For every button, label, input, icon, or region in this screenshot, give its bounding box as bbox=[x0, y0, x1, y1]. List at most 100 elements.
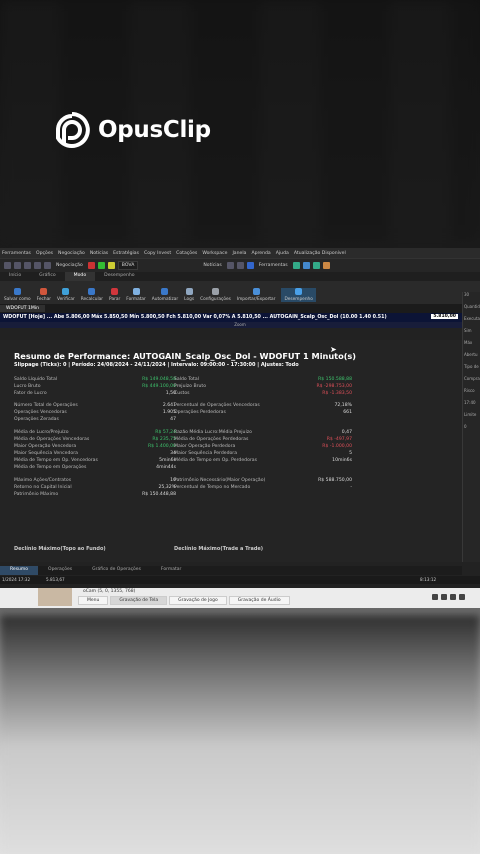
bottom-tab[interactable]: Operações bbox=[38, 566, 82, 575]
tool-icon-4[interactable] bbox=[322, 262, 330, 269]
stat-label: Maior Sequência Vencedora bbox=[14, 451, 78, 456]
stat-label: Patrimônio Máximo bbox=[14, 492, 59, 497]
stat-row: Saldo Líquido Total R$ 149.048,58 bbox=[14, 377, 176, 383]
order-panel-item[interactable]: Máx bbox=[463, 340, 480, 352]
stat-label: Percentual de Tempo no Mercado bbox=[174, 485, 251, 490]
document-tabs: WDOFUT 1Min bbox=[0, 304, 480, 313]
crosshair-icon[interactable] bbox=[34, 262, 41, 269]
ribbon-button[interactable]: Configurações bbox=[200, 288, 231, 302]
order-panel-item[interactable]: Limite bbox=[463, 412, 480, 424]
zoom-in-icon[interactable] bbox=[14, 262, 21, 269]
noticias-button[interactable]: Notícias bbox=[201, 263, 223, 268]
ticker-price: 5.810,00 bbox=[431, 314, 458, 319]
ferramentas-button[interactable]: Ferramentas bbox=[257, 263, 290, 268]
ribbon-button[interactable]: Formatar bbox=[126, 288, 146, 302]
ribbon-button[interactable]: Parar bbox=[109, 288, 120, 302]
performance-report: Resumo de Performance: AUTOGAIN_Scalp_Os… bbox=[0, 340, 462, 562]
stat-label: Média de Lucro/Prejuízo bbox=[14, 430, 69, 435]
menu-item[interactable]: Atualização Disponível bbox=[294, 251, 346, 256]
stat-row: Retorno no Capital Inicial 25,32% bbox=[14, 485, 176, 491]
ribbon-button[interactable]: Importar/Exportar bbox=[236, 288, 276, 302]
bottom-tab[interactable]: Gráfico de Operações bbox=[82, 566, 151, 575]
stat-value: R$ 588.750,00 bbox=[318, 478, 352, 483]
menu-item[interactable]: Ajuda bbox=[276, 251, 289, 256]
stat-label: Máximo Ações/Contratos bbox=[14, 478, 72, 483]
tool-icon[interactable] bbox=[292, 262, 300, 269]
stat-row: Média de Lucro/Prejuízo R$ 57,24 bbox=[14, 430, 176, 436]
ribbon-button[interactable]: Recalcular bbox=[81, 288, 103, 302]
alert-icon[interactable] bbox=[107, 262, 115, 269]
section-drawdown-peak: Declínio Máximo(Topo ao Fundo) bbox=[14, 546, 106, 552]
menu-item[interactable]: Opções bbox=[36, 251, 53, 256]
menu-item[interactable]: Notícias bbox=[90, 251, 108, 256]
ribbon-button[interactable]: Automatizar bbox=[152, 288, 178, 302]
order-panel-item[interactable]: Risco bbox=[463, 388, 480, 400]
grid-icon[interactable] bbox=[236, 262, 244, 269]
order-panel-item[interactable]: 30 bbox=[463, 292, 480, 304]
top-tab[interactable]: Gráfico bbox=[30, 272, 65, 281]
tool-icon-3[interactable] bbox=[312, 262, 320, 269]
recorder-tab[interactable]: Gravação de Jogo bbox=[169, 596, 227, 605]
top-tabs: Início Gráfico Modo Desempenho bbox=[0, 272, 480, 281]
tool-icon-2[interactable] bbox=[302, 262, 310, 269]
stat-row: Fator de Lucro 1,50 bbox=[14, 391, 176, 397]
order-panel-item[interactable]: Quantid bbox=[463, 304, 480, 316]
zoom-out-icon[interactable] bbox=[24, 262, 31, 269]
ribbon-button[interactable]: Verificar bbox=[57, 288, 75, 302]
close-icon[interactable] bbox=[459, 594, 465, 600]
doc-tab-wdofut[interactable]: WDOFUT 1Min bbox=[0, 305, 46, 312]
right-order-panel: 30 Quantid Executa Sim Máx Abertu Tipo de Compr… bbox=[462, 292, 480, 562]
stat-row: Maior Sequência Vencedora 34 bbox=[14, 451, 176, 457]
order-panel-item[interactable]: 0 bbox=[463, 424, 480, 436]
ribbon-button[interactable]: Desempenho bbox=[281, 288, 316, 302]
open-icon[interactable] bbox=[4, 262, 11, 269]
menu-item[interactable]: Aprenda bbox=[251, 251, 270, 256]
maximize-icon[interactable] bbox=[441, 594, 447, 600]
order-panel-item[interactable]: Executa bbox=[463, 316, 480, 328]
order-panel-item[interactable]: Tipo de bbox=[463, 364, 480, 376]
menu-item[interactable]: Estratégias bbox=[113, 251, 139, 256]
ribbon-label: Importar/Exportar bbox=[236, 297, 276, 302]
order-panel-item[interactable]: 17:40 bbox=[463, 400, 480, 412]
layout-icon[interactable] bbox=[226, 262, 234, 269]
stat-value: 5 bbox=[349, 451, 352, 456]
ribbon-button[interactable]: Salvar como bbox=[4, 288, 31, 302]
stat-value: R$ -497,97 bbox=[326, 437, 352, 442]
recorder-tab[interactable]: Gravação de Tela bbox=[110, 596, 168, 605]
menu-item[interactable]: Janela bbox=[232, 251, 246, 256]
bottom-tab[interactable]: Formatar bbox=[151, 566, 191, 575]
ticker-text: WDOFUT [Hoje] ... Abe 5.806,00 Máx 5.850… bbox=[3, 315, 387, 320]
menu-item[interactable]: Cotações bbox=[176, 251, 197, 256]
menu-item[interactable]: Negociação bbox=[58, 251, 85, 256]
negociacao-button[interactable]: Negociação bbox=[54, 263, 85, 268]
ribbon-button[interactable]: Logs bbox=[184, 288, 194, 302]
order-panel-item[interactable]: Abertu bbox=[463, 352, 480, 364]
asset-select[interactable]: BOVA bbox=[117, 261, 139, 270]
order-panel-item[interactable]: Compra bbox=[463, 376, 480, 388]
top-tab[interactable]: Modo bbox=[64, 272, 96, 281]
recorder-tab[interactable]: Menu bbox=[78, 596, 109, 605]
top-tab[interactable]: Início bbox=[0, 272, 30, 281]
stat-label: Custos bbox=[174, 391, 190, 396]
menu-item[interactable]: Ferramentas bbox=[2, 251, 31, 256]
status-clock: 8:13:12 bbox=[420, 577, 437, 582]
stat-label: Razão Média Lucro:Média Prejuízo bbox=[174, 430, 252, 435]
recorder-tab[interactable]: Gravação de Áudio bbox=[228, 596, 290, 605]
menu-item[interactable]: Copy Invest bbox=[144, 251, 171, 256]
ribbon-label: Formatar bbox=[126, 297, 146, 302]
buy-icon[interactable] bbox=[97, 262, 105, 269]
minimize-icon[interactable] bbox=[432, 594, 438, 600]
bottom-tab[interactable]: Resumo bbox=[0, 566, 39, 575]
menu-item[interactable]: Workspace bbox=[202, 251, 227, 256]
ribbon-button[interactable]: Fechar bbox=[37, 288, 51, 302]
sell-icon[interactable] bbox=[87, 262, 95, 269]
settings-icon[interactable] bbox=[450, 594, 456, 600]
chart-icon[interactable] bbox=[44, 262, 51, 269]
t-icon[interactable] bbox=[246, 262, 254, 269]
stat-value: R$ 1.400,00 bbox=[147, 444, 176, 449]
stat-value: 10 bbox=[170, 478, 176, 483]
top-tab[interactable]: Desempenho bbox=[95, 272, 143, 281]
order-panel-item[interactable]: Sim bbox=[463, 328, 480, 340]
stat-label: Fator de Lucro bbox=[14, 391, 47, 396]
stat-value: - bbox=[350, 485, 352, 490]
